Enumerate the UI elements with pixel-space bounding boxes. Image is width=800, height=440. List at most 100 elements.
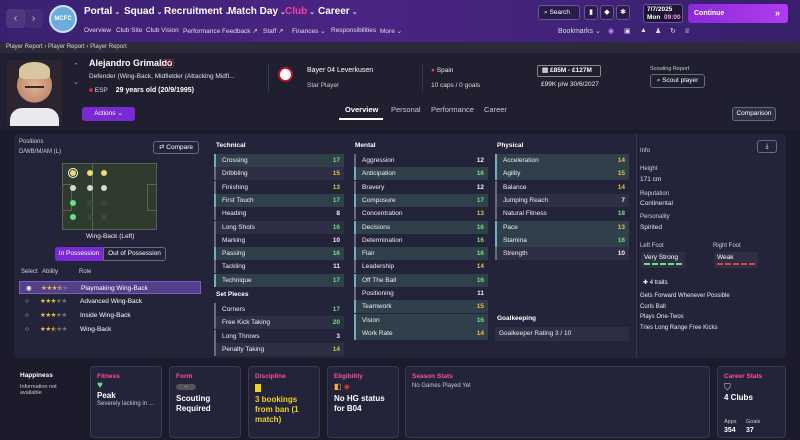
attr-row-flair[interactable]: Flair 16 [354,247,488,261]
position-dot[interactable] [70,200,76,206]
crumb-2[interactable]: Player Report [48,44,85,50]
fitness-card[interactable]: Fitness ♥ Peak Severely lacking in ... [90,366,162,438]
sub-club-vision[interactable]: Club Vision [146,27,179,34]
position-dot[interactable] [101,200,107,206]
attr-row-concentration[interactable]: Concentration 13 [354,207,488,221]
position-pitch[interactable] [62,163,157,231]
bookmarks-dropdown[interactable]: Bookmarks ⌄ [558,27,601,35]
attr-row-finishing[interactable]: Finishing 13 [214,180,344,194]
menu-career[interactable]: Career ⌄ [318,6,358,17]
sub-responsibilities[interactable]: Responsibilities [331,27,376,34]
gear-icon[interactable]: ✱ [616,5,630,20]
attr-row-crossing[interactable]: Crossing 17 [214,154,344,167]
sub-more[interactable]: More ⌄ [380,27,402,35]
position-dot[interactable] [87,200,93,206]
position-dot[interactable] [70,185,76,191]
position-dot[interactable] [101,214,107,220]
bookmark-icon[interactable]: ▮ [584,5,598,20]
tab-overview[interactable]: Overview [345,105,378,114]
role-radio[interactable]: ○ [25,323,29,336]
attr-row-decisions[interactable]: Decisions 16 [354,220,488,234]
sub-overview[interactable]: Overview [84,27,111,34]
compare-button[interactable]: ⇄ Compare [153,141,199,154]
attr-row-pace[interactable]: Pace 13 [495,220,629,234]
attr-row-dribbling[interactable]: Dribbling 15 [214,167,344,181]
attr-row-bravery[interactable]: Bravery 12 [354,180,488,194]
career-stats-card[interactable]: Career Stats ⛉ 4 Clubs Apps Goals 354 37 [717,366,786,438]
attr-row-jumping-reach[interactable]: Jumping Reach 7 [495,193,629,207]
sub-staff[interactable]: Staff ↗ [263,27,284,35]
attr-row-agility[interactable]: Agility 15 [495,167,629,181]
role-radio[interactable]: ○ [25,309,29,322]
attr-row-marking[interactable]: Marking 10 [214,233,344,247]
attr-row-vision[interactable]: Vision 16 [354,313,488,327]
comparison-button[interactable]: Comparison [732,107,776,121]
in-possession-toggle[interactable]: In Possession [55,247,103,261]
attr-row-technique[interactable]: Technique 17 [214,273,344,287]
attr-row-determination[interactable]: Determination 16 [354,233,488,247]
continue-button[interactable]: Continue» [688,4,788,23]
position-dot[interactable] [87,170,93,176]
crumb-1[interactable]: Player Report [6,44,43,50]
position-dot[interactable] [87,214,93,220]
attr-row-heading[interactable]: Heading 8 [214,207,344,221]
club-logo[interactable] [278,67,293,82]
role-radio[interactable]: ◉ [26,282,32,295]
tab-career[interactable]: Career [484,105,507,114]
menu-recruitment[interactable]: Recruitment ⌄ [164,6,230,17]
menu-club[interactable]: Club ⌄ [285,6,315,17]
discipline-card[interactable]: Discipline 3 bookings from ban (1 match) [248,366,320,438]
tab-performance[interactable]: Performance [431,105,474,114]
position-dot[interactable] [70,214,76,220]
role-row[interactable]: ○ ★★★★★ Inside Wing-Back [19,309,201,322]
download-icon[interactable]: ⤓ [757,140,777,153]
attr-row-work-rate[interactable]: Work Rate 14 [354,326,488,340]
eligibility-card[interactable]: Eligibility ◧ ◈ No HG status for B04 [327,366,399,438]
shirt-icon[interactable]: ▣ [624,27,631,35]
attr-row-passing[interactable]: Passing 16 [214,247,344,261]
attr-row-off-the-ball[interactable]: Off The Ball 16 [354,273,488,287]
menu-squad[interactable]: Squad ⌄ [124,6,162,17]
attr-row-anticipation[interactable]: Anticipation 16 [354,167,488,181]
person-icon[interactable]: ▲ [640,27,647,34]
trait-item[interactable]: Plays One-Twos [640,314,684,320]
attr-row-long-throws[interactable]: Long Throws 3 [214,329,344,343]
attr-row-aggression[interactable]: Aggression 12 [354,154,488,167]
attr-row-acceleration[interactable]: Acceleration 14 [495,154,629,167]
attr-row-stamina[interactable]: Stamina 16 [495,233,629,247]
attr-row-tackling[interactable]: Tackling 11 [214,260,344,274]
club-crest[interactable]: MCFC [49,5,77,33]
position-dot[interactable] [68,168,78,178]
attr-row-penalty-taking[interactable]: Penalty Taking 14 [214,342,344,356]
search-button[interactable]: ⌕ Search [538,5,580,20]
attr-row-balance[interactable]: Balance 14 [495,180,629,194]
role-row[interactable]: ◉ ★★★⯪★ Playmaking Wing-Back [19,281,201,294]
trophy-icon[interactable]: ♕ [684,27,690,35]
attr-row-strength[interactable]: Strength 10 [495,247,629,261]
shield-icon[interactable]: ◆ [600,5,614,20]
attr-row-teamwork[interactable]: Teamwork 15 [354,300,488,314]
attr-row-long-shots[interactable]: Long Shots 16 [214,220,344,234]
role-row[interactable]: ○ ★★⯪★★ Wing-Back [19,323,201,336]
role-row[interactable]: ○ ★★★★★ Advanced Wing-Back [19,295,201,308]
position-dot[interactable] [87,185,93,191]
trait-item[interactable]: Curls Ball [640,304,666,310]
refresh-icon[interactable]: ↻ [670,27,676,35]
group-icon[interactable]: ♟ [655,27,661,35]
attr-row-free-kick-taking[interactable]: Free Kick Taking 20 [214,316,344,330]
actions-button[interactable]: Actions ⌄ [82,107,135,121]
trait-item[interactable]: Tries Long Range Free Kicks [640,325,717,331]
attr-row-first-touch[interactable]: First Touch 17 [214,193,344,207]
forward-icon[interactable]: › [24,9,43,28]
next-player-icon[interactable]: ⌄ [73,78,79,86]
position-dot[interactable] [101,170,107,176]
season-stats-card[interactable]: Season Stats No Games Played Yet [405,366,710,438]
attr-row-leadership[interactable]: Leadership 14 [354,260,488,274]
out-of-possession-toggle[interactable]: Out of Possession [103,247,166,261]
position-dot[interactable] [101,185,107,191]
tab-personal[interactable]: Personal [391,105,421,114]
scout-player-button[interactable]: ⌕ Scout player [650,74,705,88]
role-radio[interactable]: ○ [25,295,29,308]
attr-row-natural-fitness[interactable]: Natural Fitness 18 [495,207,629,221]
sub-finances[interactable]: Finances ⌄ [292,27,326,35]
